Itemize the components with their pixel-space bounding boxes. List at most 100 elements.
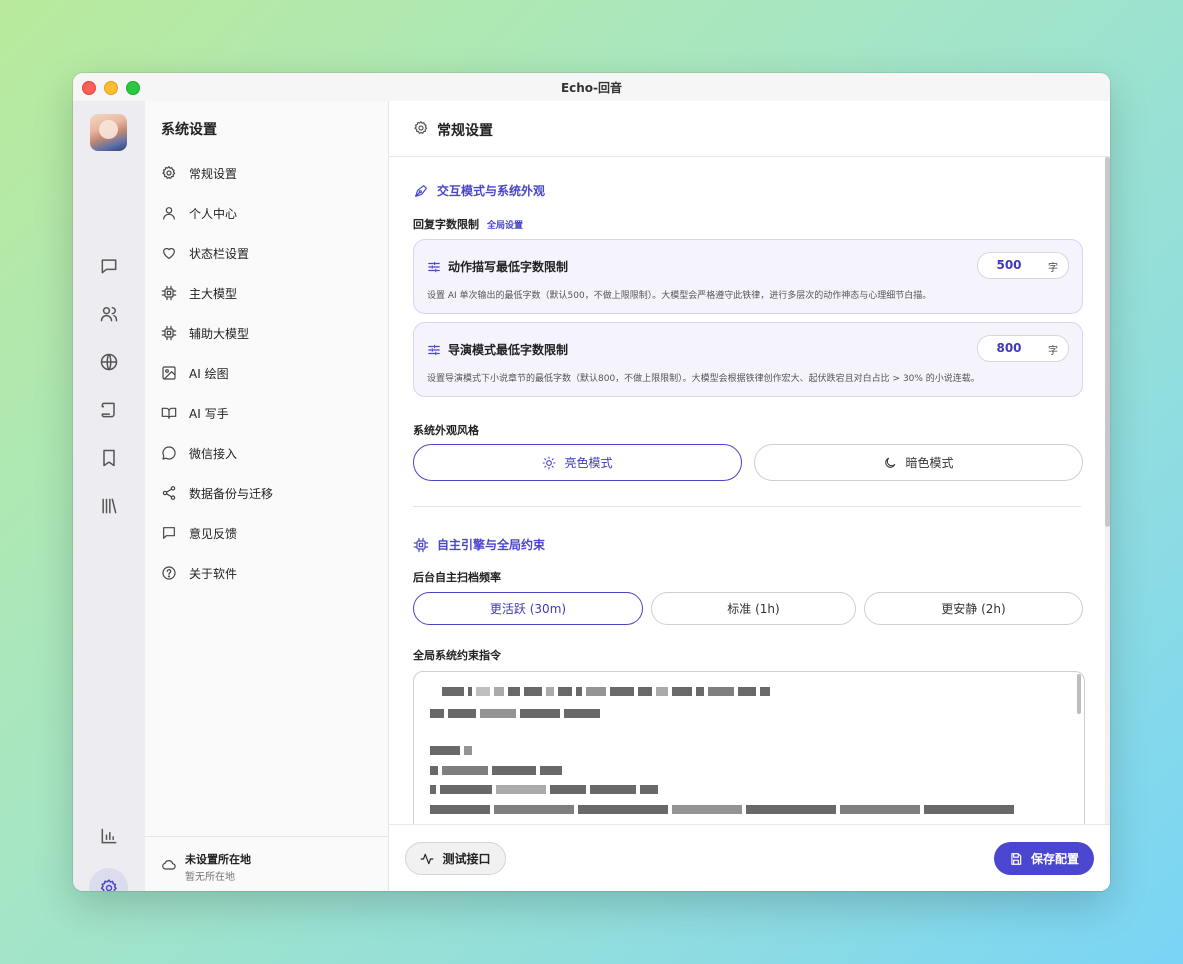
minimize-window-button[interactable] xyxy=(104,81,118,95)
settings-content[interactable]: 交互模式与系统外观 回复字数限制 全局设置 动作描写最低字数限制 500 字 设置… xyxy=(389,157,1110,824)
activity-icon xyxy=(420,852,434,866)
nav-item-statusbar[interactable]: 状态栏设置 xyxy=(161,242,371,264)
chat-icon[interactable] xyxy=(97,254,121,278)
window-title: Echo-回音 xyxy=(560,80,623,95)
input-unit: 字 xyxy=(1048,346,1058,357)
gear-icon xyxy=(161,165,177,181)
nav-item-label: 微信接入 xyxy=(189,446,238,461)
nav-item-label: 辅助大模型 xyxy=(189,326,250,341)
sliders-icon xyxy=(427,342,441,356)
textarea-scrollbar[interactable] xyxy=(1077,674,1081,714)
window-controls xyxy=(82,81,140,95)
nav-item-label: 主大模型 xyxy=(189,286,238,301)
redacted-text xyxy=(430,804,1014,814)
light-mode-button[interactable]: 亮色模式 xyxy=(413,444,742,481)
image-icon xyxy=(161,365,177,381)
nav-item-label: AI 写手 xyxy=(189,406,229,421)
bookmark-icon[interactable] xyxy=(97,446,121,470)
card-title: 导演模式最低字数限制 xyxy=(448,343,569,357)
nav-item-backup[interactable]: 数据备份与迁移 xyxy=(161,482,371,504)
app-window: Echo-回音 系统设置 常规设置 个人中心 状态栏设置 主大模型 辅助大模型 … xyxy=(73,73,1110,891)
chip-icon xyxy=(161,325,177,341)
section-engine-title: 自主引擎与全局约束 xyxy=(413,536,545,553)
chip-icon xyxy=(161,285,177,301)
nav-item-label: 数据备份与迁移 xyxy=(189,486,274,501)
gear-icon xyxy=(413,120,429,136)
moon-icon xyxy=(883,456,897,470)
sun-icon xyxy=(542,456,556,470)
freq-option-active[interactable]: 更活跃 (30m) xyxy=(413,592,643,625)
card-description: 设置导演模式下小说章节的最低字数（默认800，不做上限限制）。大模型会根据铁律创… xyxy=(427,374,980,384)
message-icon xyxy=(161,445,177,461)
nav-item-wechat[interactable]: 微信接入 xyxy=(161,442,371,464)
freq-option-quiet[interactable]: 更安静 (2h) xyxy=(864,592,1083,625)
location-panel[interactable]: 未设置所在地 暂无所在地 xyxy=(145,836,388,891)
feedback-icon xyxy=(161,525,177,541)
help-icon xyxy=(161,565,177,581)
chip-icon xyxy=(413,537,429,553)
zoom-window-button[interactable] xyxy=(126,81,140,95)
card-title: 动作描写最低字数限制 xyxy=(448,260,569,274)
word-limit-label: 回复字数限制 全局设置 xyxy=(413,216,523,232)
input-value: 500 xyxy=(996,258,1022,272)
redacted-text xyxy=(430,745,472,755)
scrollbar-thumb[interactable] xyxy=(1105,157,1110,527)
button-label: 暗色模式 xyxy=(905,456,954,470)
section-title-text: 自主引擎与全局约束 xyxy=(437,538,546,552)
section-divider xyxy=(413,506,1081,507)
nav-item-general[interactable]: 常规设置 xyxy=(161,162,371,184)
nav-item-label: 个人中心 xyxy=(189,206,238,221)
save-config-button[interactable]: 保存配置 xyxy=(994,842,1094,875)
main-panel: 常规设置 交互模式与系统外观 回复字数限制 全局设置 动作描写最低字数限制 500… xyxy=(389,101,1110,891)
director-word-limit-card: 导演模式最低字数限制 800 字 设置导演模式下小说章节的最低字数（默认800，… xyxy=(413,322,1083,397)
nav-item-main-model[interactable]: 主大模型 xyxy=(161,282,371,304)
nav-item-label: 关于软件 xyxy=(189,566,238,581)
redacted-text xyxy=(442,686,770,696)
nav-item-label: 常规设置 xyxy=(189,166,238,181)
heart-icon xyxy=(161,245,177,261)
dark-mode-button[interactable]: 暗色模式 xyxy=(754,444,1083,481)
nav-item-label: 意见反馈 xyxy=(189,526,238,541)
title-bar: Echo-回音 xyxy=(73,73,1110,102)
input-unit: 字 xyxy=(1048,263,1058,274)
nav-item-profile[interactable]: 个人中心 xyxy=(161,202,371,224)
contacts-icon[interactable] xyxy=(97,302,121,326)
share-icon xyxy=(161,485,177,501)
word-limit-label-text: 回复字数限制 xyxy=(413,218,479,231)
stats-icon[interactable] xyxy=(97,824,121,848)
book-icon xyxy=(161,405,177,421)
redacted-text xyxy=(430,784,658,794)
nav-item-feedback[interactable]: 意见反馈 xyxy=(161,522,371,544)
nav-item-aux-model[interactable]: 辅助大模型 xyxy=(161,322,371,344)
action-limit-input[interactable]: 500 字 xyxy=(977,252,1069,279)
location-sub: 暂无所在地 xyxy=(185,872,235,883)
main-header: 常规设置 xyxy=(389,101,1110,157)
scroll-icon[interactable] xyxy=(97,398,121,422)
location-main: 未设置所在地 xyxy=(185,853,251,866)
user-icon xyxy=(161,205,177,221)
pen-icon xyxy=(413,183,429,199)
nav-item-about[interactable]: 关于软件 xyxy=(161,562,371,584)
sliders-icon xyxy=(427,259,441,273)
settings-gear-icon[interactable] xyxy=(89,868,128,891)
button-label: 亮色模式 xyxy=(564,456,613,470)
nav-title: 系统设置 xyxy=(161,122,217,138)
nav-item-ai-writer[interactable]: AI 写手 xyxy=(161,402,371,424)
scan-frequency-label: 后台自主扫档频率 xyxy=(413,571,501,584)
close-window-button[interactable] xyxy=(82,81,96,95)
library-icon[interactable] xyxy=(97,494,121,518)
section-interaction-title: 交互模式与系统外观 xyxy=(413,182,545,199)
action-word-limit-card: 动作描写最低字数限制 500 字 设置 AI 单次输出的最低字数（默认500，不… xyxy=(413,239,1083,314)
freq-option-standard[interactable]: 标准 (1h) xyxy=(651,592,856,625)
nav-item-label: 状态栏设置 xyxy=(189,246,250,261)
main-footer: 测试接口 保存配置 xyxy=(389,824,1110,891)
cloud-icon xyxy=(161,857,177,873)
constraint-label: 全局系统约束指令 xyxy=(413,649,501,662)
constraint-textarea[interactable] xyxy=(413,671,1085,824)
nav-item-ai-drawing[interactable]: AI 绘图 xyxy=(161,362,371,384)
test-api-button[interactable]: 测试接口 xyxy=(405,842,506,875)
globe-icon[interactable] xyxy=(97,350,121,374)
avatar[interactable] xyxy=(90,114,127,151)
button-label: 保存配置 xyxy=(1030,852,1079,866)
director-limit-input[interactable]: 800 字 xyxy=(977,335,1069,362)
